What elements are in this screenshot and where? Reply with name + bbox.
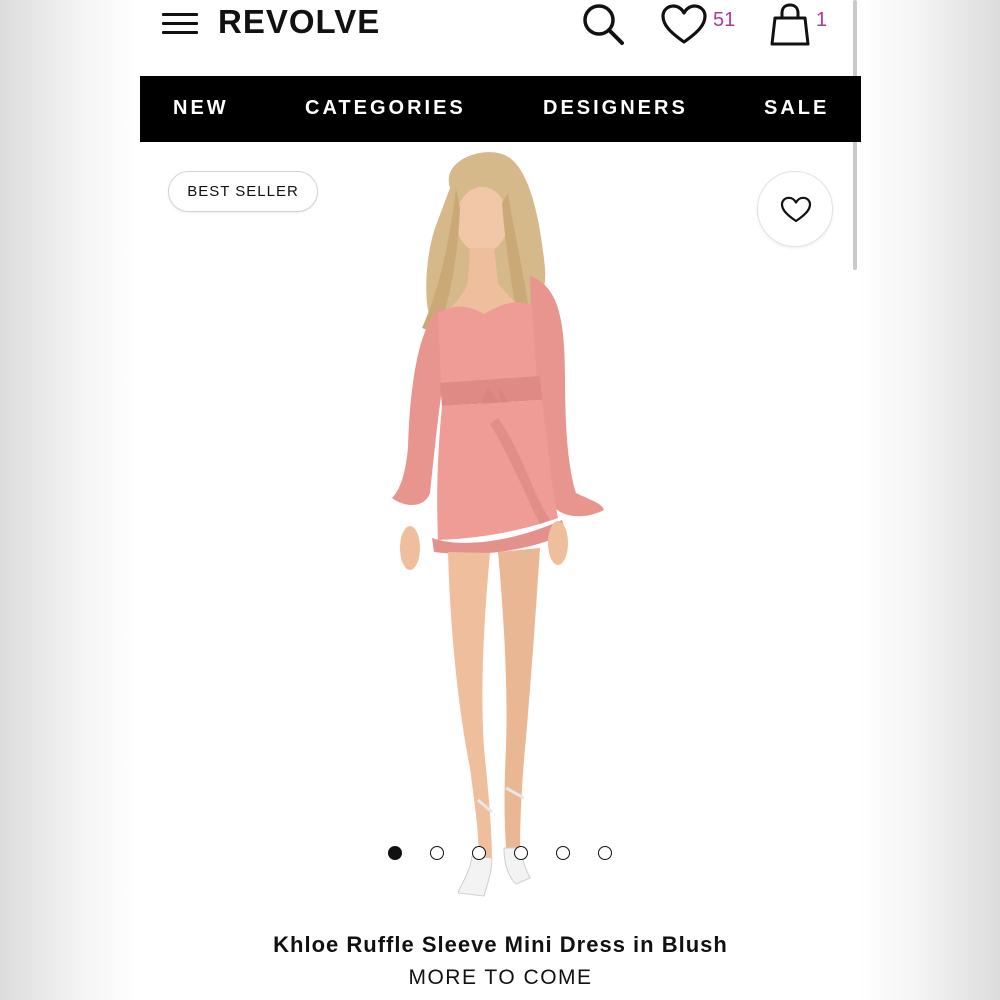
carousel-dot-3[interactable] <box>472 846 486 860</box>
menu-icon[interactable] <box>162 13 198 35</box>
wishlist-count: 51 <box>713 9 736 31</box>
header: REVOLVE 51 1 <box>140 0 861 76</box>
search-icon[interactable] <box>580 1 626 47</box>
product-title[interactable]: Khloe Ruffle Sleeve Mini Dress in Blush <box>140 932 861 958</box>
best-seller-badge: BEST SELLER <box>168 171 318 212</box>
nav-item-categories[interactable]: CATEGORIES <box>305 97 466 120</box>
nav-item-new[interactable]: NEW <box>173 97 229 120</box>
carousel-dot-5[interactable] <box>556 846 570 860</box>
heart-icon[interactable] <box>660 4 708 46</box>
nav-item-sale[interactable]: SALE <box>764 97 829 120</box>
shopping-bag-icon[interactable] <box>768 2 812 46</box>
carousel-dot-1[interactable] <box>388 846 402 860</box>
product-brand[interactable]: MORE TO COME <box>140 966 861 990</box>
app-screen: REVOLVE 51 1 NEW CATEGORIES DESIGNERS SA… <box>140 0 861 1000</box>
heart-outline-icon <box>780 196 812 223</box>
main-nav: NEW CATEGORIES DESIGNERS SALE <box>140 76 861 142</box>
carousel-dot-6[interactable] <box>598 846 612 860</box>
favorite-button[interactable] <box>757 171 833 247</box>
nav-item-designers[interactable]: DESIGNERS <box>543 97 688 120</box>
bag-count: 1 <box>816 9 828 31</box>
carousel-dot-2[interactable] <box>430 846 444 860</box>
logo[interactable]: REVOLVE <box>218 3 380 41</box>
product-image[interactable] <box>380 148 620 918</box>
carousel-dot-4[interactable] <box>514 846 528 860</box>
